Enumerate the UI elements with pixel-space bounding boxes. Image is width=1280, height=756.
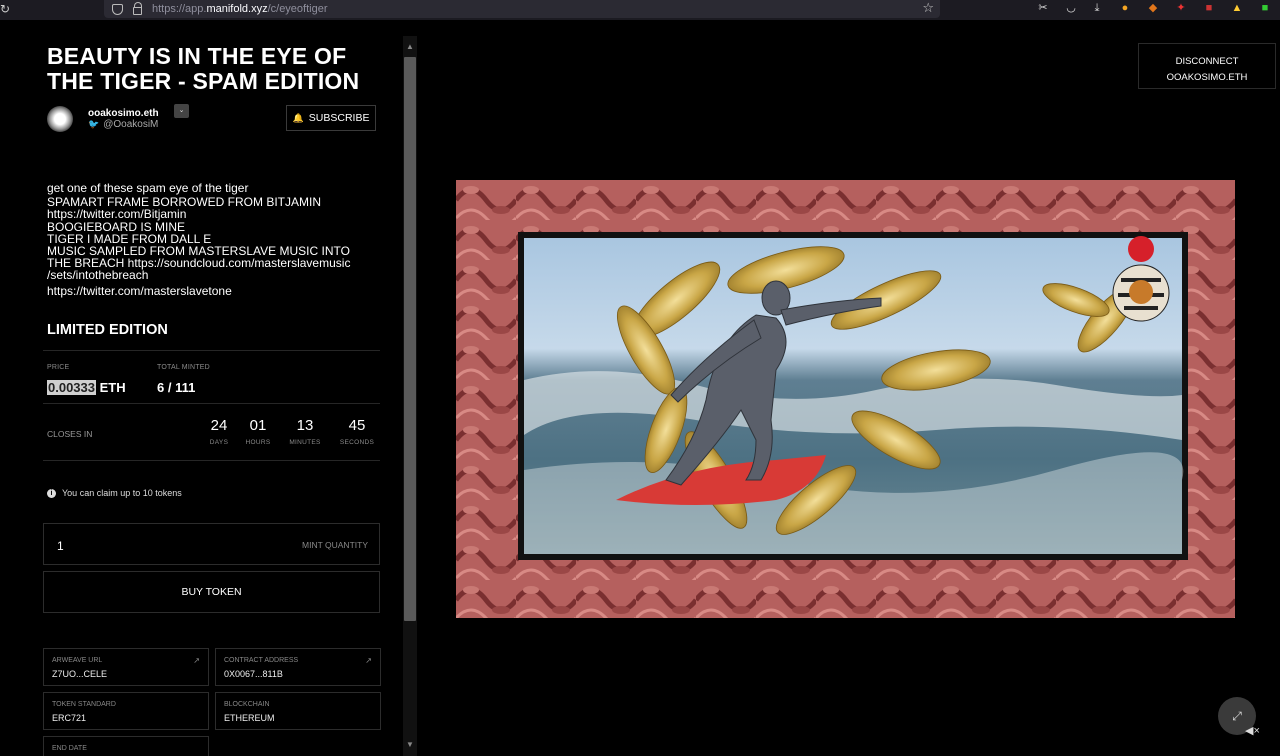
edition-heading: LIMITED EDITION <box>47 322 168 338</box>
total-minted-label: TOTAL MINTED <box>157 364 210 371</box>
scroll-down-arrow-icon[interactable]: ▼ <box>404 740 416 749</box>
end-date-label: END DATE <box>52 745 87 752</box>
extension-icon[interactable]: ■ <box>1202 1 1216 15</box>
bell-icon: 🔔 <box>292 112 304 123</box>
countdown-unit: DAYS <box>209 439 229 446</box>
description-line: get one of these spam eye of the tiger <box>47 181 249 195</box>
blockchain-value: ETHEREUM <box>224 713 275 723</box>
pocket-icon[interactable]: ◡ <box>1064 1 1078 15</box>
token-standard-label: TOKEN STANDARD <box>52 701 116 708</box>
tracking-shield-icon[interactable] <box>112 3 123 15</box>
blockchain-label: BLOCKCHAIN <box>224 701 270 708</box>
divider <box>43 350 380 351</box>
countdown-value: 45 <box>348 417 366 434</box>
countdown-days: 24 DAYS <box>199 417 239 446</box>
reload-icon[interactable]: ↻ <box>0 2 12 16</box>
scroll-up-arrow-icon[interactable]: ▲ <box>404 42 416 51</box>
closes-in-label: CLOSES IN <box>47 429 93 439</box>
countdown-value: 01 <box>249 417 267 434</box>
divider <box>43 403 380 404</box>
price-amount: 0.00333 <box>47 380 96 395</box>
token-standard-card: TOKEN STANDARD ERC721 <box>43 692 209 730</box>
extension-icon[interactable]: ■ <box>1258 1 1272 15</box>
description: get one of these spam eye of the tiger S… <box>47 182 367 297</box>
claim-note-text: You can claim up to 10 tokens <box>62 488 182 498</box>
external-link-icon[interactable]: ↗ <box>193 656 200 665</box>
countdown-hours: 01 HOURS <box>238 417 278 446</box>
twitter-handle: @OoakosiM <box>103 119 159 130</box>
browser-toolbar: ↻ https://app.manifold.xyz/c/eyeoftiger … <box>0 0 1280 20</box>
disconnect-wallet-button[interactable]: DISCONNECT OOAKOSIMO.ETH <box>1138 43 1276 89</box>
info-icon: i <box>47 488 56 498</box>
url-text: https://app.manifold.xyz/c/eyeoftiger <box>152 3 328 15</box>
description-line[interactable]: https://twitter.com/masterslavetone <box>47 284 367 296</box>
price-value: 0.00333 ETH <box>47 380 126 395</box>
total-minted-value: 6 / 111 <box>157 380 196 395</box>
price-label: PRICE <box>47 364 70 371</box>
artwork-media[interactable] <box>456 180 1235 618</box>
extension-icon[interactable]: ✂ <box>1036 1 1050 15</box>
download-icon[interactable]: ⤓ <box>1090 1 1104 15</box>
extension-icon[interactable]: ● <box>1118 1 1132 15</box>
extension-icon[interactable]: ✦ <box>1174 1 1188 15</box>
page-title: BEAUTY IS IN THE EYE OF THE TIGER - SPAM… <box>47 43 360 94</box>
countdown-value: 13 <box>296 417 314 434</box>
external-link-icon[interactable]: ↗ <box>365 656 372 665</box>
arweave-url-label: ARWEAVE URL <box>52 657 103 664</box>
metamask-icon[interactable]: ◆ <box>1146 1 1160 15</box>
buy-token-button[interactable]: BUY TOKEN <box>43 571 380 613</box>
countdown-seconds: 45 SECONDS <box>337 417 377 446</box>
avatar[interactable] <box>47 106 73 132</box>
subscribe-button[interactable]: 🔔 SUBSCRIBE <box>286 105 376 131</box>
token-standard-value: ERC721 <box>52 713 87 723</box>
bookmark-star-icon[interactable]: ☆ <box>922 0 934 16</box>
price-unit: ETH <box>99 380 126 395</box>
description-line: BOOGIEBOARD IS MINE <box>47 219 186 234</box>
mint-quantity-placeholder: MINT QUANTITY <box>302 540 368 550</box>
claim-panel: BEAUTY IS IN THE EYE OF THE TIGER - SPAM… <box>0 20 400 756</box>
contract-address-value[interactable]: 0X0067...811B <box>224 669 283 679</box>
creator-twitter[interactable]: 🐦 @OoakosiM <box>88 119 158 130</box>
description-line[interactable]: https://twitter.com/Bitjamin <box>47 208 367 220</box>
claim-note: i You can claim up to 10 tokens <box>47 488 182 498</box>
address-bar[interactable]: https://app.manifold.xyz/c/eyeoftiger ☆ <box>104 0 940 18</box>
chevron-down-icon[interactable]: ⌄ <box>174 104 189 118</box>
divider <box>43 460 380 461</box>
mint-quantity-value[interactable]: 1 <box>57 539 64 553</box>
contract-address-card[interactable]: CONTRACT ADDRESS ↗ 0X0067...811B <box>215 648 381 686</box>
description-line[interactable]: /sets/intothebreach <box>47 269 367 281</box>
scrollbar-thumb[interactable] <box>404 57 416 621</box>
end-date-card: END DATE <box>43 736 209 756</box>
subscribe-label: SUBSCRIBE <box>308 112 370 124</box>
mint-quantity-input[interactable]: 1 MINT QUANTITY <box>43 523 380 565</box>
disconnect-label: DISCONNECT <box>1175 56 1239 67</box>
lock-icon[interactable] <box>133 1 142 15</box>
arweave-url-value[interactable]: Z7UO...CELE <box>52 669 107 679</box>
contract-address-label: CONTRACT ADDRESS <box>224 657 299 664</box>
wallet-address: OOAKOSIMO.ETH <box>1166 72 1248 83</box>
countdown-minutes: 13 MINUTES <box>285 417 325 446</box>
blockchain-card: BLOCKCHAIN ETHEREUM <box>215 692 381 730</box>
arweave-url-card[interactable]: ARWEAVE URL ↗ Z7UO...CELE <box>43 648 209 686</box>
creator-name[interactable]: ooakosimo.eth <box>88 108 159 119</box>
extension-icon[interactable]: ▲ <box>1230 1 1244 15</box>
countdown-value: 24 <box>210 417 228 434</box>
countdown-unit: MINUTES <box>289 439 321 446</box>
countdown-unit: SECONDS <box>339 439 375 446</box>
countdown-unit: HOURS <box>245 439 271 446</box>
mute-icon[interactable]: ◀× <box>1245 724 1260 737</box>
twitter-icon: 🐦 <box>88 119 100 129</box>
